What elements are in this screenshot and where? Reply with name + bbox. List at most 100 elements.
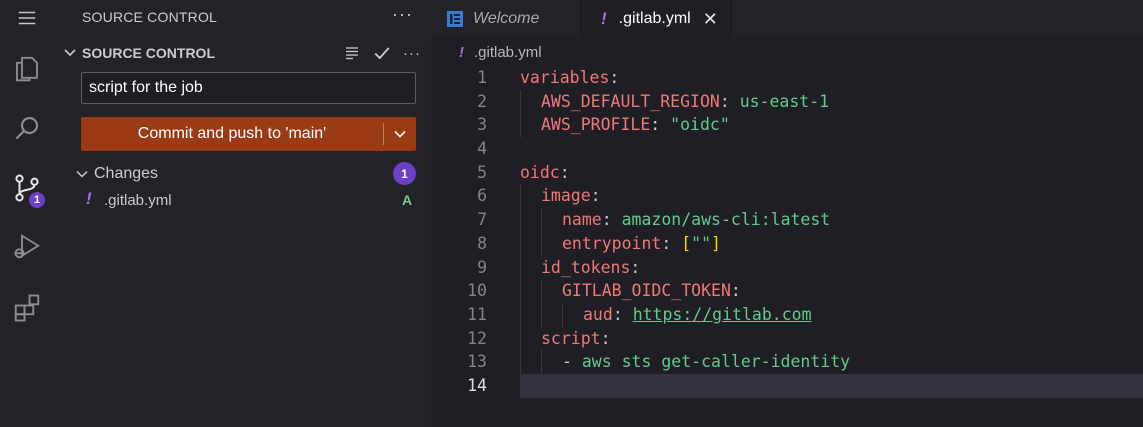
yaml-token: : — [730, 281, 741, 301]
code-line[interactable]: 3 AWS_PROFILE: "oidc" — [431, 113, 1143, 138]
yaml-bang-icon: ! — [601, 9, 607, 28]
yaml-token: : — [609, 68, 620, 87]
indent-guide — [520, 89, 521, 114]
line-content: image: — [541, 184, 601, 208]
section-actions: ··· — [342, 42, 422, 64]
code-line[interactable]: 6 image: — [431, 184, 1143, 209]
yaml-token: us-east-1 — [739, 91, 830, 111]
view-as-list-icon[interactable] — [342, 43, 362, 63]
yaml-key: aud — [583, 304, 613, 324]
tab-gitlab-yml[interactable]: ! .gitlab.yml ✕ — [581, 0, 732, 38]
code-line[interactable]: 12 script: — [431, 326, 1143, 351]
code-line[interactable]: 7 name: amazon/aws-cli:latest — [431, 208, 1143, 232]
code-line[interactable]: 9 id_tokens: — [431, 255, 1143, 280]
code-line[interactable]: 14 — [431, 373, 1143, 398]
file-status-added: A — [402, 192, 413, 208]
section-more-icon[interactable]: ··· — [402, 43, 422, 63]
yaml-key: id_tokens — [541, 257, 631, 277]
indent-guide — [520, 113, 521, 138]
indent-guide — [520, 350, 521, 374]
code-line[interactable]: 2 AWS_DEFAULT_REGION: us-east-1 — [431, 89, 1143, 114]
yaml-token: : — [600, 328, 611, 348]
line-number: 4 — [477, 139, 487, 159]
activity-bar: 1 — [0, 0, 54, 427]
source-control-section-header[interactable]: SOURCE CONTROL ··· — [54, 42, 431, 64]
yaml-key: GITLAB_OIDC_TOKEN — [562, 281, 731, 301]
code-line[interactable]: 11 aud: https://gitlab.com — [431, 302, 1143, 327]
line-content: entrypoint: [""] — [562, 232, 721, 256]
tab-label: .gitlab.yml — [618, 10, 691, 27]
file-name: .gitlab.yml — [104, 192, 172, 209]
indent-guide — [541, 279, 542, 303]
yaml-token: aws sts get-caller-identity — [581, 352, 851, 372]
source-control-sidebar: SOURCE CONTROL ··· SOURCE CONTROL ··· Co… — [54, 0, 431, 427]
yaml-token: : — [650, 115, 671, 135]
menu-icon[interactable] — [0, 0, 54, 36]
code-line[interactable]: 5 oidc: — [431, 161, 1143, 185]
run-debug-icon[interactable] — [0, 223, 54, 271]
scm-badge: 1 — [27, 190, 47, 210]
chevron-down-icon — [76, 170, 88, 178]
yaml-token: "" — [691, 233, 712, 253]
yaml-bang-icon: ! — [459, 43, 464, 61]
code-lines[interactable]: 1 variables: 2 AWS_DEFAULT_REGION: us-east-… — [431, 66, 1143, 398]
code-line[interactable]: 1 variables: — [431, 66, 1143, 90]
chevron-down-icon — [64, 49, 76, 57]
changed-file-item[interactable]: ! .gitlab.yml A — [54, 189, 431, 211]
commit-message-input[interactable] — [81, 72, 416, 104]
yaml-key: AWS_PROFILE — [541, 115, 651, 135]
breadcrumb-file: .gitlab.yml — [474, 43, 542, 61]
line-number: 5 — [477, 162, 487, 182]
indent-guide — [520, 302, 521, 327]
source-control-icon[interactable]: 1 — [0, 164, 54, 212]
url-link[interactable]: https://gitlab.com — [633, 305, 812, 324]
line-content: GITLAB_OIDC_TOKEN: — [562, 279, 741, 303]
yaml-token: : — [661, 233, 682, 253]
yaml-token: amazon/aws-cli:latest — [621, 210, 831, 230]
line-number: 6 — [477, 186, 487, 206]
indent-guide — [562, 302, 563, 327]
yaml-key: script — [541, 328, 601, 348]
line-content: - aws sts get-caller-identity — [562, 350, 850, 374]
extensions-icon[interactable] — [0, 284, 54, 332]
line-number: 8 — [477, 233, 487, 253]
line-content: oidc: — [520, 161, 570, 185]
search-icon[interactable] — [0, 104, 54, 152]
code-line[interactable]: 10 GITLAB_OIDC_TOKEN: — [431, 279, 1143, 303]
line-number: 9 — [477, 257, 487, 277]
commit-and-push-button[interactable]: Commit and push to 'main' — [81, 117, 383, 151]
indent-guide — [520, 208, 521, 232]
chevron-down-icon — [394, 130, 406, 138]
line-number: 2 — [477, 91, 487, 111]
yaml-token: : — [630, 257, 641, 277]
yaml-token: ] — [711, 233, 721, 253]
yaml-token: "oidc" — [670, 115, 730, 135]
code-editor[interactable]: ! .gitlab.yml 1 variables: 2 AWS_DEFAULT_RE… — [431, 38, 1143, 427]
yaml-token: : — [612, 304, 633, 324]
yaml-key: image — [541, 186, 591, 206]
code-line[interactable]: 8 entrypoint: [""] — [431, 231, 1143, 256]
line-number: 1 — [477, 68, 487, 87]
line-number: 11 — [467, 304, 487, 324]
tab-welcome[interactable]: Welcome — [431, 0, 581, 38]
code-line[interactable]: 4 — [431, 137, 1143, 161]
yaml-key: variables — [520, 68, 610, 87]
code-line[interactable]: 13 - aws sts get-caller-identity — [431, 350, 1143, 374]
close-icon[interactable]: ✕ — [703, 9, 718, 30]
line-content: aud: https://gitlab.com — [583, 303, 812, 327]
yaml-key: name — [562, 210, 602, 230]
indent-guide — [520, 231, 521, 256]
explorer-icon[interactable] — [0, 45, 54, 93]
more-actions-icon[interactable]: ··· — [392, 4, 413, 25]
section-label: SOURCE CONTROL — [82, 45, 215, 61]
line-content: variables: — [520, 66, 619, 90]
breadcrumb[interactable]: ! .gitlab.yml — [459, 42, 542, 62]
line-content: AWS_PROFILE: "oidc" — [541, 113, 730, 137]
indent-guide — [520, 326, 521, 351]
yaml-key: oidc — [520, 162, 560, 182]
yaml-key: entrypoint — [562, 233, 662, 253]
changes-group[interactable]: Changes 1 — [54, 162, 431, 186]
indent-guide — [541, 350, 542, 374]
commit-dropdown-button[interactable] — [384, 117, 416, 151]
commit-check-icon[interactable] — [372, 43, 392, 63]
